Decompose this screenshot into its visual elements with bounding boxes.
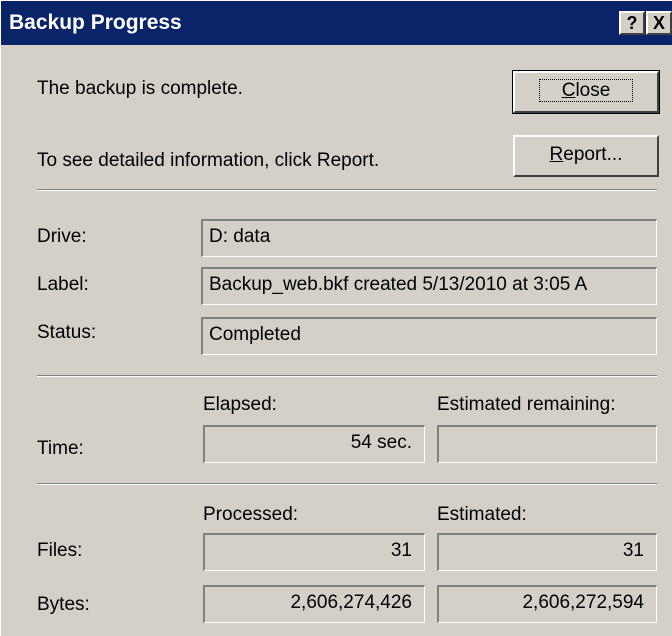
elapsed-field: 54 sec. bbox=[203, 425, 425, 463]
help-button[interactable]: ? bbox=[619, 11, 645, 35]
close-button-label: Close bbox=[538, 79, 634, 102]
close-button[interactable]: Close bbox=[512, 70, 660, 114]
report-hint: To see detailed information, click Repor… bbox=[37, 150, 380, 171]
separator bbox=[37, 375, 657, 377]
bytes-estimated-field: 2,606,272,594 bbox=[437, 585, 657, 623]
separator bbox=[37, 483, 657, 485]
remaining-field bbox=[437, 425, 657, 463]
bytes-label: Bytes: bbox=[37, 594, 90, 615]
time-label: Time: bbox=[37, 438, 84, 459]
remaining-header: Estimated remaining: bbox=[437, 394, 616, 415]
files-estimated-field: 31 bbox=[437, 533, 657, 571]
separator bbox=[37, 189, 657, 191]
estimated-header: Estimated: bbox=[437, 504, 527, 525]
files-label: Files: bbox=[37, 540, 83, 561]
drive-field: D: data bbox=[201, 219, 657, 257]
processed-header: Processed: bbox=[203, 504, 299, 525]
backup-progress-dialog: Backup Progress ? X The backup is comple… bbox=[0, 0, 672, 636]
dialog-title: Backup Progress bbox=[9, 11, 182, 34]
status-message: The backup is complete. bbox=[37, 78, 243, 99]
label-field: Backup_web.bkf created 5/13/2010 at 3:05… bbox=[201, 267, 657, 305]
title-close-button[interactable]: X bbox=[646, 11, 672, 35]
drive-label: Drive: bbox=[37, 226, 87, 247]
files-processed-field: 31 bbox=[203, 533, 425, 571]
report-button-label: Report... bbox=[549, 144, 623, 165]
status-field: Completed bbox=[201, 317, 657, 355]
status-label: Status: bbox=[37, 322, 97, 343]
elapsed-header: Elapsed: bbox=[203, 394, 277, 415]
report-button[interactable]: Report... bbox=[513, 135, 659, 177]
label-label: Label: bbox=[37, 274, 89, 295]
bytes-processed-field: 2,606,274,426 bbox=[203, 585, 425, 623]
title-bar[interactable]: Backup Progress ? X bbox=[1, 1, 672, 45]
